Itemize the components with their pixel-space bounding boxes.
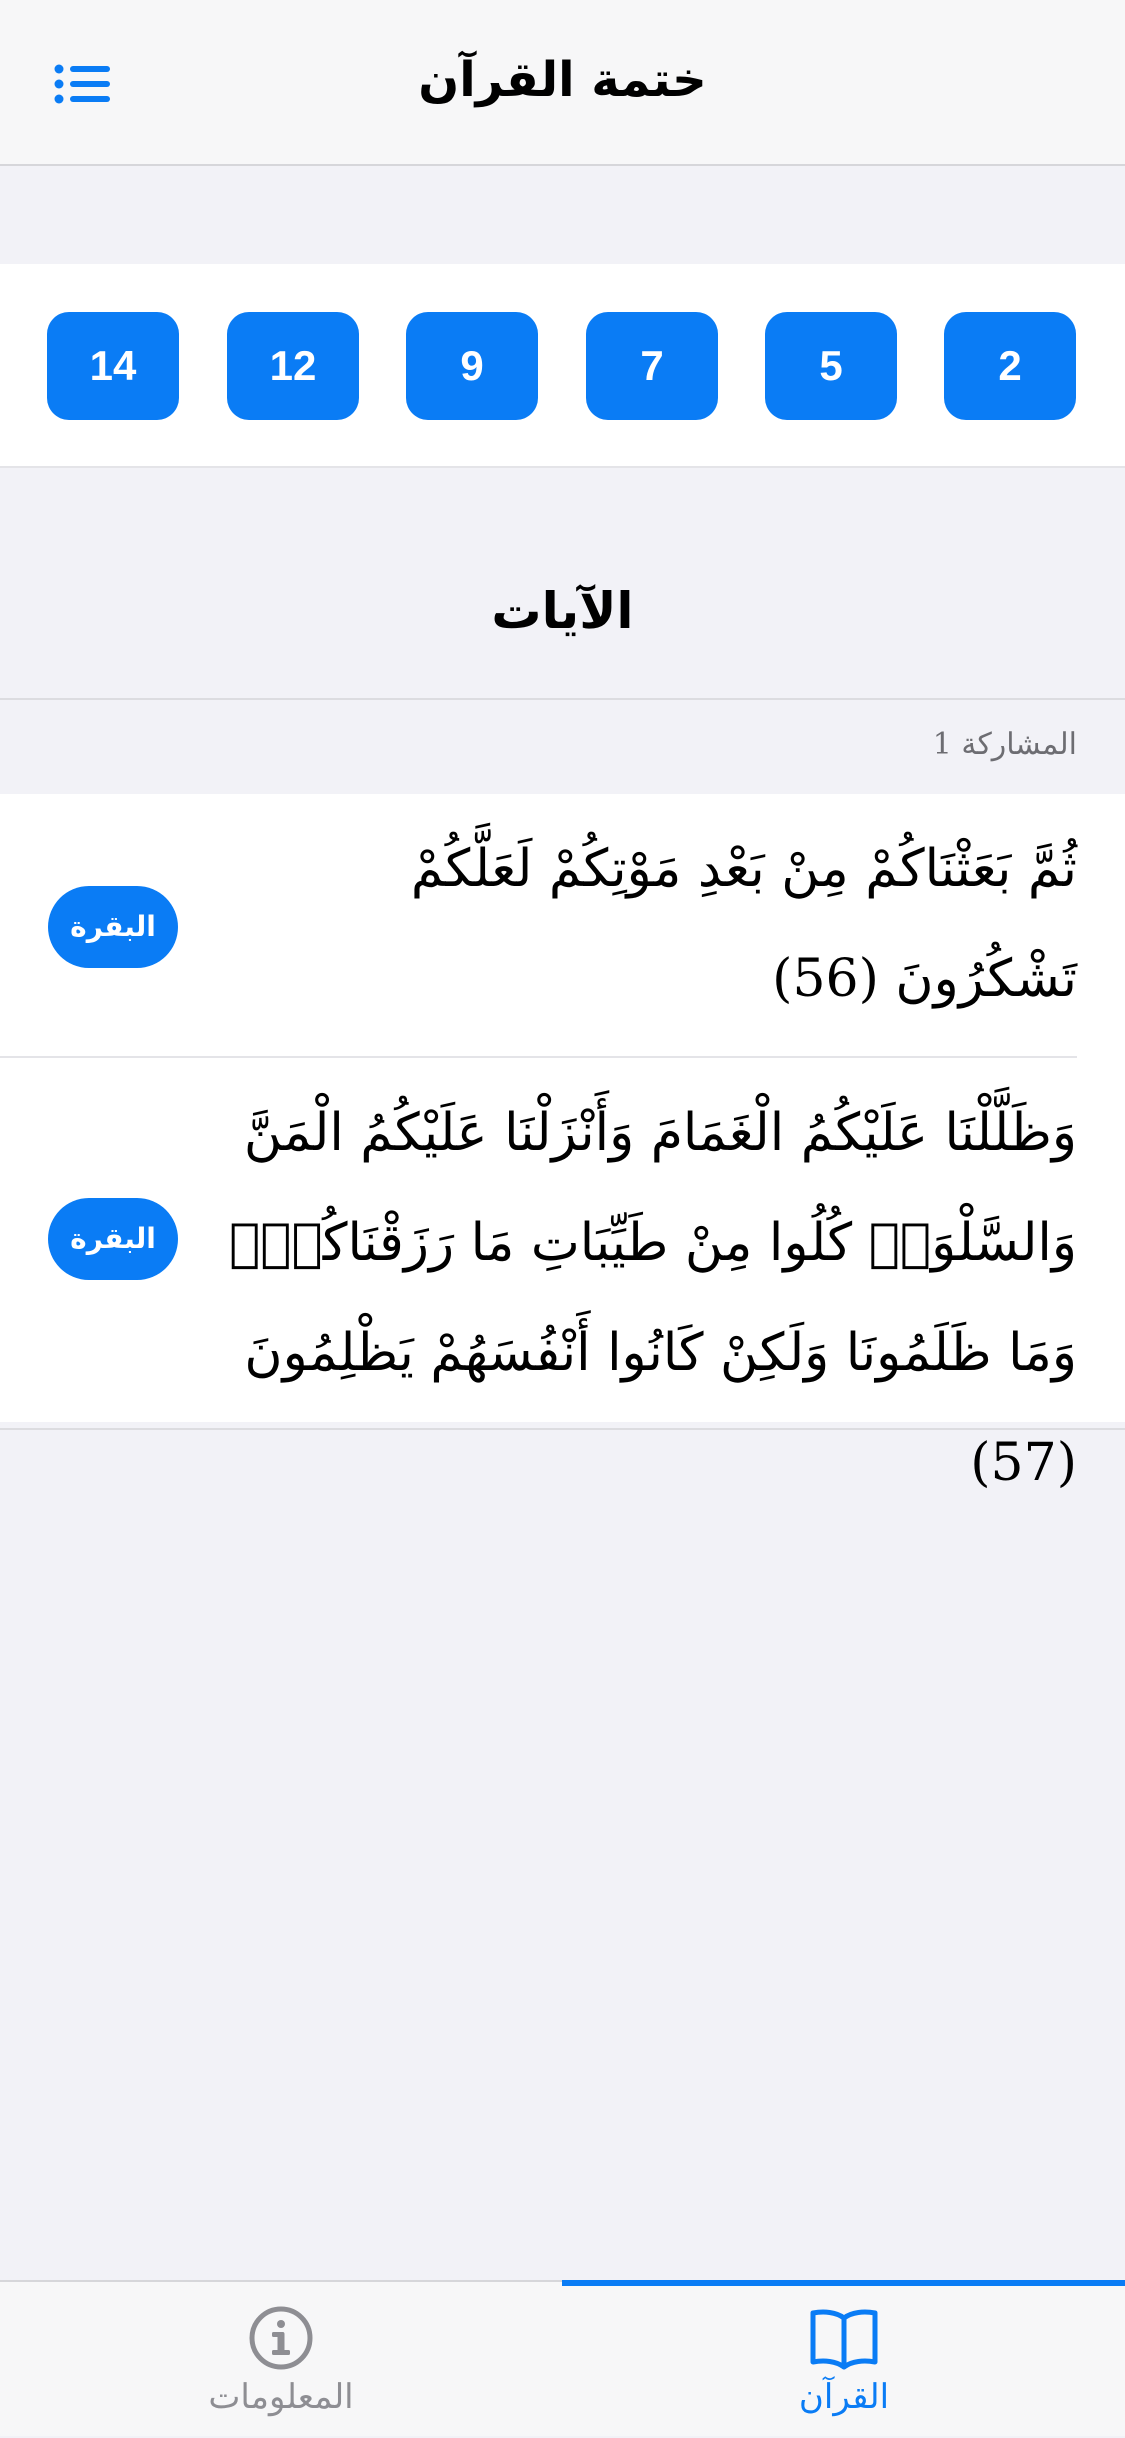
verse-text: ثُمَّ بَعَثْنَاكُمْ مِنْ بَعْدِ مَوْتِكُ… — [410, 839, 1077, 1009]
part-button-5[interactable]: 5 — [765, 312, 897, 420]
info-icon — [245, 2304, 317, 2372]
part-button-7[interactable]: 7 — [586, 312, 718, 420]
surah-button[interactable]: البقرة — [48, 1198, 178, 1280]
navigation-bar: ختمة القرآن — [0, 0, 1125, 166]
tab-quran[interactable]: القرآن — [563, 2282, 1125, 2438]
divider — [0, 1428, 1125, 1430]
tab-label: القرآن — [798, 2377, 890, 2417]
part-button-9[interactable]: 9 — [406, 312, 538, 420]
tab-label: المعلومات — [208, 2377, 354, 2417]
tab-info[interactable]: المعلومات — [0, 2282, 562, 2438]
part-button-14[interactable]: 14 — [47, 312, 179, 420]
part-button-12[interactable]: 12 — [227, 312, 359, 420]
surah-button[interactable]: البقرة — [48, 886, 178, 968]
list-item[interactable]: وَظَلَّلْنَا عَلَيْكُمُ الْغَمَامَ وَأَن… — [0, 1058, 1125, 1493]
part-numbers-bar: 2 5 7 9 12 14 — [0, 264, 1125, 468]
part-button-2[interactable]: 2 — [944, 312, 1076, 420]
participation-label: المشاركة 1 — [932, 727, 1077, 762]
list-item[interactable]: ثُمَّ بَعَثْنَاكُمْ مِنْ بَعْدِ مَوْتِكُ… — [0, 794, 1125, 1058]
page-title: ختمة القرآن — [418, 52, 707, 108]
section-title: الآيات — [491, 582, 634, 640]
tab-bar: المعلومات القرآن — [0, 2280, 1125, 2436]
divider — [0, 698, 1125, 700]
book-icon — [808, 2304, 880, 2372]
verse-text: وَظَلَّلْنَا عَلَيْكُمُ الْغَمَامَ وَأَن… — [229, 1103, 1077, 1493]
verses-list: ثُمَّ بَعَثْنَاكُمْ مِنْ بَعْدِ مَوْتِكُ… — [0, 794, 1125, 1493]
